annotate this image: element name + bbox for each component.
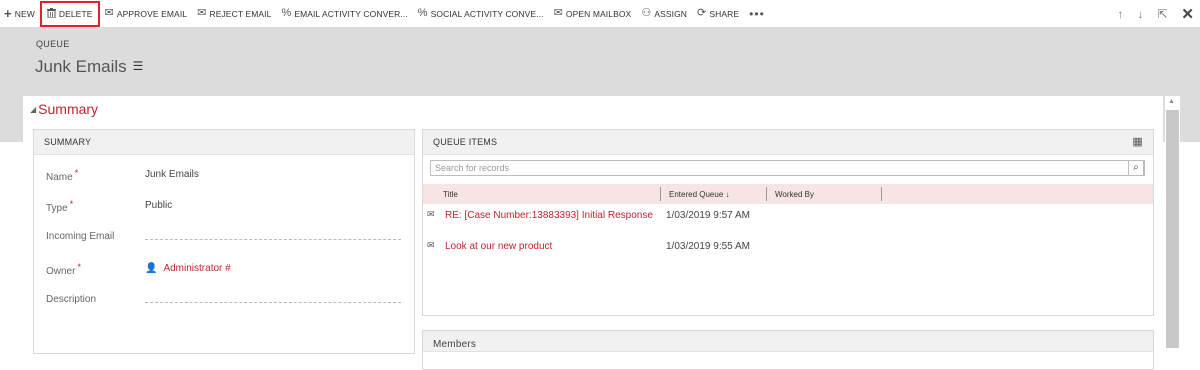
- field-label: Name *: [46, 168, 78, 183]
- pop-out-icon[interactable]: ⇱: [1157, 7, 1167, 21]
- scrollbar-thumb[interactable]: [1166, 110, 1179, 348]
- form-scrollbar[interactable]: ▲: [1165, 96, 1180, 348]
- command-bar: + NEW DELETE ✉ APPROVE EMAIL ✉ REJECT EM…: [0, 0, 1200, 27]
- required-marker: *: [69, 199, 74, 209]
- queue-items-title: QUEUE ITEMS: [433, 137, 498, 147]
- type-value[interactable]: Public: [145, 200, 172, 211]
- assign-label: ASSIGN: [654, 8, 688, 19]
- email-activity-conversion-button[interactable]: % EMAIL ACTIVITY CONVER...: [276, 0, 412, 27]
- queue-item-title-link[interactable]: RE: [Case Number:13883393] Initial Respo…: [445, 210, 653, 221]
- entered-queue-value: 1/03/2019 9:55 AM: [666, 241, 750, 252]
- delete-button-label: DELETE: [58, 9, 93, 19]
- more-commands-label: •••: [749, 6, 765, 21]
- share-icon: ⟳: [697, 7, 707, 19]
- owner-field: Owner * 👤 Administrator #: [34, 262, 414, 282]
- search-placeholder: Search for records: [435, 163, 510, 173]
- entity-type-label: QUEUE: [36, 39, 70, 49]
- social-activity-conversion-button[interactable]: % SOCIAL ACTIVITY CONVE...: [413, 0, 549, 27]
- incoming-email-field: Incoming Email: [34, 231, 414, 251]
- convert-icon: %: [417, 7, 428, 19]
- email-icon: ✉: [427, 240, 435, 250]
- page-title: Junk Emails ☰: [35, 57, 143, 77]
- name-label: Name: [46, 172, 73, 183]
- required-marker: *: [77, 262, 81, 272]
- arrow-down-icon[interactable]: ↓: [1137, 7, 1143, 21]
- mailbox-icon: ✉: [553, 7, 563, 19]
- close-icon[interactable]: ✕: [1181, 5, 1194, 23]
- new-button-label: NEW: [14, 8, 35, 19]
- trash-icon: [46, 7, 56, 21]
- column-divider[interactable]: [766, 187, 767, 201]
- form-body: ◢ Summary SUMMARY Name * Junk Emails Type *…: [23, 96, 1163, 370]
- section-title: Summary: [38, 101, 99, 117]
- incoming-email-input[interactable]: [145, 239, 401, 240]
- incoming-email-label: Incoming Email: [46, 231, 115, 242]
- plus-icon: +: [4, 6, 12, 21]
- record-name: Junk Emails: [35, 57, 127, 76]
- members-heading: Members: [423, 331, 1153, 352]
- summary-panel: SUMMARY Name * Junk Emails Type * Public I…: [33, 129, 415, 354]
- form-selector-icon[interactable]: ☰: [133, 59, 144, 73]
- type-label: Type: [46, 203, 68, 214]
- name-field: Name * Junk Emails: [34, 168, 414, 188]
- field-label: Type *: [46, 199, 73, 214]
- assign-button[interactable]: ⚇ ASSIGN: [636, 0, 692, 27]
- scroll-up-icon[interactable]: ▲: [1168, 98, 1175, 105]
- share-button[interactable]: ⟳ SHARE: [692, 0, 744, 27]
- more-commands-button[interactable]: •••: [744, 0, 770, 27]
- owner-value[interactable]: 👤 Administrator #: [145, 263, 231, 274]
- assign-icon: ⚇: [641, 7, 652, 19]
- entered-queue-value: 1/03/2019 9:57 AM: [666, 210, 750, 221]
- column-divider[interactable]: [660, 187, 661, 201]
- table-row[interactable]: ✉ Look at our new product 1/03/2019 9:55…: [423, 238, 1153, 258]
- arrow-up-icon[interactable]: ↑: [1117, 7, 1123, 21]
- description-label: Description: [46, 294, 97, 305]
- record-navigation: ↑ ↓ ⇱ ✕: [1103, 0, 1194, 27]
- open-mailbox-button[interactable]: ✉ OPEN MAILBOX: [549, 0, 637, 27]
- column-divider[interactable]: [881, 187, 882, 201]
- reject-email-button[interactable]: ✉ REJECT EMAIL: [192, 0, 276, 27]
- column-header-worked-by[interactable]: Worked By: [775, 190, 814, 199]
- grid-view-icon[interactable]: ▦: [1132, 130, 1143, 154]
- name-value[interactable]: Junk Emails: [145, 169, 199, 180]
- grid-header: Title Entered Queue ↓ Worked By: [423, 184, 1153, 204]
- share-label: SHARE: [709, 8, 740, 19]
- search-icon[interactable]: ⌕: [1128, 160, 1144, 176]
- owner-link[interactable]: Administrator #: [163, 263, 230, 274]
- new-button[interactable]: + NEW: [0, 0, 40, 27]
- open-mailbox-label: OPEN MAILBOX: [565, 8, 632, 19]
- search-input[interactable]: Search for records ⌕: [430, 160, 1145, 176]
- approve-email-button[interactable]: ✉ APPROVE EMAIL: [100, 0, 193, 27]
- queue-item-title-link[interactable]: Look at our new product: [445, 241, 552, 252]
- type-field: Type * Public: [34, 199, 414, 219]
- table-row[interactable]: ✉ RE: [Case Number:13883393] Initial Res…: [423, 207, 1153, 227]
- queue-items-heading: QUEUE ITEMS ▦: [423, 130, 1153, 155]
- description-field: Description: [34, 294, 414, 314]
- convert-icon: %: [281, 7, 292, 19]
- social-activity-conversion-label: SOCIAL ACTIVITY CONVE...: [430, 8, 544, 19]
- owner-label: Owner: [46, 266, 76, 277]
- reject-email-icon: ✉: [197, 7, 207, 19]
- approve-email-icon: ✉: [104, 7, 114, 19]
- email-activity-conversion-label: EMAIL ACTIVITY CONVER...: [294, 8, 408, 19]
- column-header-title[interactable]: Title: [443, 190, 458, 199]
- members-panel: Members: [422, 330, 1154, 370]
- description-input[interactable]: [145, 302, 401, 303]
- collapse-triangle-icon[interactable]: ◢: [30, 105, 36, 114]
- queue-items-panel: QUEUE ITEMS ▦ Search for records ⌕ Title…: [422, 129, 1154, 316]
- delete-button[interactable]: DELETE: [39, 1, 100, 27]
- reject-email-label: REJECT EMAIL: [209, 8, 272, 19]
- column-header-entered-queue[interactable]: Entered Queue ↓: [669, 190, 729, 199]
- field-label: Owner *: [46, 262, 81, 277]
- email-icon: ✉: [427, 209, 435, 219]
- section-summary[interactable]: ◢ Summary: [30, 101, 98, 117]
- required-marker: *: [74, 168, 79, 178]
- summary-heading: SUMMARY: [34, 130, 414, 155]
- approve-email-label: APPROVE EMAIL: [116, 8, 188, 19]
- person-icon: 👤: [145, 263, 158, 274]
